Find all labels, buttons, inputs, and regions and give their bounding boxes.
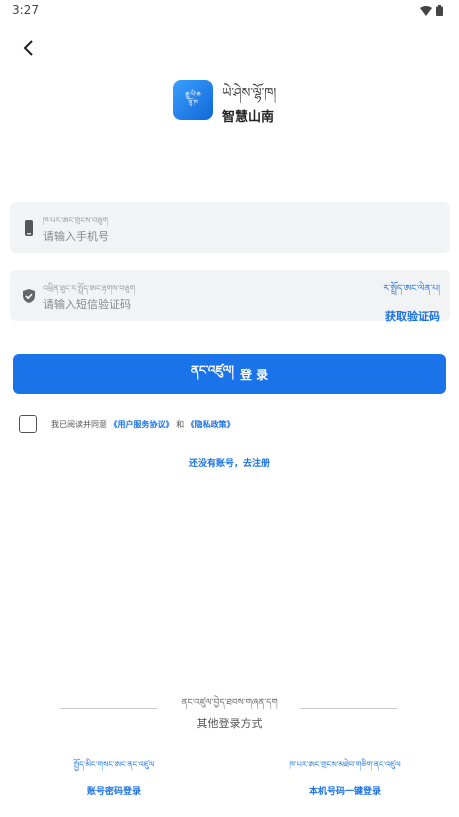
one-key-login-tibetan: ཁ་པར་ཨང་གྲངས་མཐེབ་གཅིག་ནང་འཛུལ bbox=[289, 760, 401, 769]
status-bar: 3:27 bbox=[0, 0, 459, 22]
back-button[interactable] bbox=[16, 36, 40, 60]
wifi-icon bbox=[420, 5, 432, 16]
divider-right bbox=[300, 708, 398, 709]
phone-icon bbox=[25, 220, 33, 236]
logo-text-line2: ལྷོ་ཁ bbox=[188, 99, 198, 106]
get-code-label: 获取验证码 bbox=[385, 310, 440, 323]
phone-input[interactable] bbox=[43, 227, 343, 245]
get-code-tibetan: ར་སྤྲོད་ཨང་ལེན་པ། bbox=[383, 284, 440, 294]
user-agreement-link[interactable]: 《用户服务协议》 bbox=[110, 420, 174, 429]
privacy-policy-link[interactable]: 《隐私政策》 bbox=[187, 420, 235, 429]
password-login-label: 账号密码登录 bbox=[86, 787, 141, 797]
login-button-tibetan: ནང་འཛུལ། bbox=[190, 363, 234, 377]
agreement-text: 我已阅读并同意 《用户服务协议》 和 《隐私政策》 bbox=[51, 419, 235, 430]
phone-field[interactable]: ཁ་པར་ཨང་གྲངས་བཅུག bbox=[10, 202, 450, 253]
app-name: 智慧山南 bbox=[222, 110, 275, 125]
agreement-row: 我已阅读并同意 《用户服务协议》 和 《隐私政策》 bbox=[19, 413, 235, 435]
login-button[interactable]: ནང་འཛུལ། 登 录 bbox=[13, 354, 446, 394]
agreement-conjunction: 和 bbox=[176, 419, 185, 429]
agreement-checkbox[interactable] bbox=[19, 415, 37, 433]
divider-left bbox=[60, 708, 158, 709]
battery-icon bbox=[436, 5, 443, 16]
password-login-option[interactable]: སྤྱོད་མིང་གསང་ཨང་ནང་འཛུལ 账号密码登录 bbox=[14, 755, 214, 797]
logo-text-line1: རྒྱུ་ཡི་ཆ bbox=[185, 91, 201, 98]
status-icons bbox=[420, 5, 443, 16]
shield-check-icon bbox=[23, 289, 35, 303]
sms-code-field[interactable]: འཕྲིན་ཐུང་ར་སྤྲོད་ཨང་རྟགས་བཅུག ར་སྤྲོད་ཨ… bbox=[10, 270, 450, 324]
register-link[interactable]: 还没有账号，去注册 bbox=[0, 456, 459, 469]
other-login-label: 其他登录方式 bbox=[196, 717, 263, 730]
one-key-login-option[interactable]: ཁ་པར་ཨང་གྲངས་མཐེབ་གཅིག་ནང་འཛུལ 本机号码一键登录 bbox=[245, 755, 445, 797]
chevron-left-icon bbox=[23, 40, 33, 56]
sms-code-input[interactable] bbox=[43, 295, 293, 313]
agreement-prefix: 我已阅读并同意 bbox=[51, 419, 107, 429]
get-code-button[interactable]: ར་སྤྲོད་ཨང་ལེན་པ། 获取验证码 bbox=[383, 279, 440, 324]
status-time: 3:27 bbox=[12, 3, 39, 17]
one-key-login-label: 本机号码一键登录 bbox=[308, 787, 381, 797]
password-login-tibetan: སྤྱོད་མིང་གསང་ཨང་ནང་འཛུལ bbox=[73, 760, 155, 769]
login-button-label: 登 录 bbox=[239, 367, 269, 382]
app-logo-icon: རྒྱུ་ཡི་ཆ ལྷོ་ཁ bbox=[173, 80, 213, 120]
app-header: རྒྱུ་ཡི་ཆ ལྷོ་ཁ ཡེ་ཤེས་ལྷོ་ཁ། 智慧山南 bbox=[173, 78, 373, 125]
